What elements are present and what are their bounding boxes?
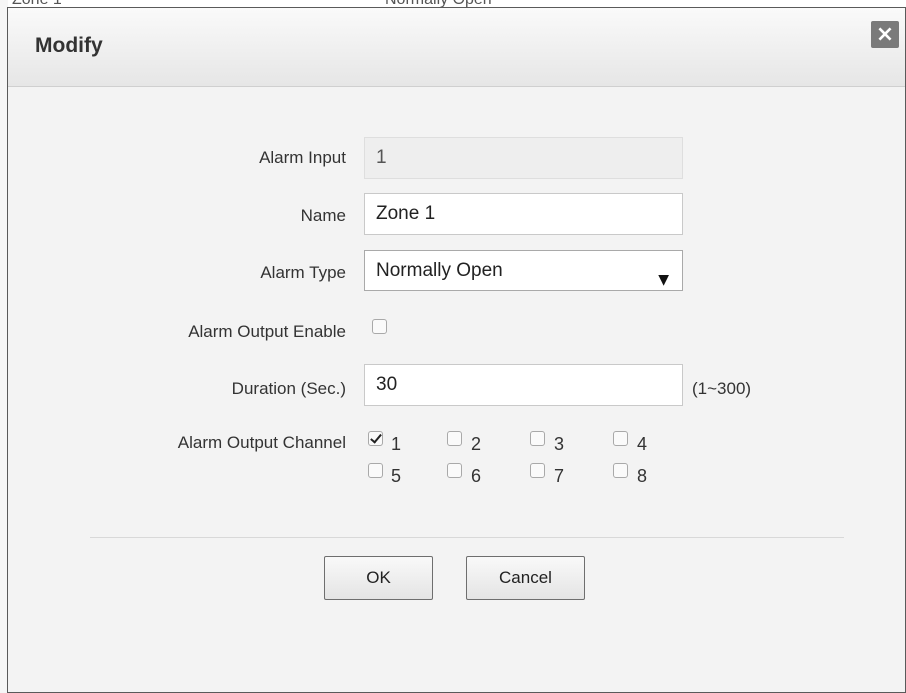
- channel-4-label: 4: [637, 434, 648, 454]
- duration-label: Duration (Sec.): [231, 379, 346, 398]
- channel-2-checkbox[interactable]: [447, 431, 462, 446]
- dialog-titlebar: Modify ×: [8, 8, 905, 87]
- channel-7-label: 7: [554, 466, 565, 486]
- channel-8-label: 8: [637, 466, 648, 486]
- ok-button[interactable]: OK: [324, 556, 433, 600]
- channel-7-checkbox[interactable]: [530, 463, 545, 478]
- alarm-type-select[interactable]: Normally Open ▼: [364, 250, 683, 291]
- alarm-output-enable-checkbox[interactable]: [372, 319, 387, 334]
- channel-8-checkbox[interactable]: [613, 463, 628, 478]
- chevron-down-icon: ▼: [658, 272, 669, 288]
- close-icon: ×: [875, 22, 895, 47]
- duration-range-hint: (1~300): [692, 379, 752, 398]
- channel-5-checkbox[interactable]: [368, 463, 383, 478]
- channel-4-checkbox[interactable]: [613, 431, 628, 446]
- channel-6-label: 6: [471, 466, 482, 486]
- modify-dialog: Modify × Alarm Input 1 Name Zone 1 Alarm…: [7, 7, 906, 693]
- alarm-type-label: Alarm Type: [260, 263, 346, 282]
- name-input[interactable]: Zone 1: [364, 193, 683, 235]
- name-label: Name: [300, 206, 346, 225]
- channel-6-checkbox[interactable]: [447, 463, 462, 478]
- alarm-input-label: Alarm Input: [259, 148, 346, 167]
- alarm-output-enable-label: Alarm Output Enable: [188, 322, 346, 341]
- footer-divider: [90, 537, 844, 538]
- channel-3-checkbox[interactable]: [530, 431, 545, 446]
- channel-5-label: 5: [391, 466, 402, 486]
- close-button[interactable]: ×: [871, 21, 899, 48]
- alarm-output-channel-label: Alarm Output Channel: [177, 433, 346, 452]
- channel-1-label: 1: [391, 434, 402, 454]
- alarm-type-value: Normally Open: [376, 260, 503, 281]
- channel-2-label: 2: [471, 434, 482, 454]
- channel-1-checkbox[interactable]: [368, 431, 383, 446]
- channel-3-label: 3: [554, 434, 565, 454]
- dialog-title: Modify: [35, 34, 103, 57]
- cancel-button[interactable]: Cancel: [466, 556, 585, 600]
- duration-input[interactable]: 30: [364, 364, 683, 406]
- alarm-input-field: 1: [364, 137, 683, 179]
